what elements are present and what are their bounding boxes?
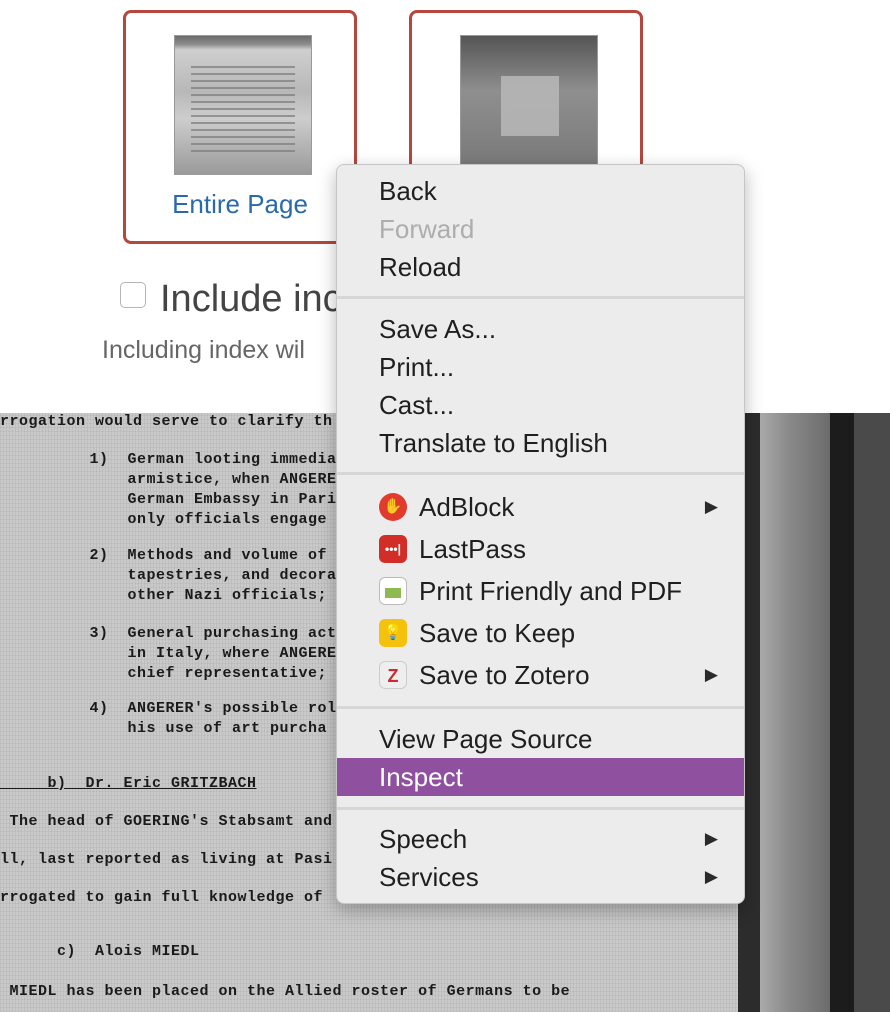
print-friendly-icon xyxy=(379,577,407,605)
doc-line: in Italy, where ANGERE xyxy=(42,645,337,662)
menu-item-label: Speech xyxy=(379,824,468,854)
menu-item-translate[interactable]: Translate to English xyxy=(337,424,744,462)
menu-item-adblock[interactable]: ✋ AdBlock ▶ xyxy=(337,488,744,526)
lastpass-icon: •••| xyxy=(379,535,407,563)
menu-item-label: LastPass xyxy=(419,534,526,564)
entire-page-label: Entire Page xyxy=(172,189,308,219)
adblock-icon: ✋ xyxy=(379,493,407,521)
doc-line: tapestries, and decora xyxy=(42,567,337,584)
selection-thumbnail xyxy=(460,35,598,175)
menu-item-print[interactable]: Print... xyxy=(337,348,744,386)
submenu-arrow-icon: ▶ xyxy=(704,867,718,886)
menu-item-save-to-zotero[interactable]: Z Save to Zotero ▶ xyxy=(337,656,744,694)
doc-line: 4) ANGERER's possible rol xyxy=(42,700,337,717)
menu-item-services[interactable]: Services ▶ xyxy=(337,858,744,896)
doc-line: German Embassy in Pari xyxy=(42,491,337,508)
context-menu: Back Forward Reload Save As... Print... … xyxy=(336,164,745,904)
doc-line: other Nazi officials; xyxy=(42,587,328,604)
submenu-arrow-icon: ▶ xyxy=(704,665,718,684)
menu-separator xyxy=(337,706,744,709)
zotero-icon: Z xyxy=(379,661,407,689)
doc-line: 2) Methods and volume of s xyxy=(42,547,347,564)
menu-item-lastpass[interactable]: •••| LastPass xyxy=(337,530,744,568)
doc-line: ll, last reported as living at Pasi xyxy=(0,851,333,868)
menu-item-cast[interactable]: Cast... xyxy=(337,386,744,424)
menu-item-back[interactable]: Back xyxy=(337,172,744,210)
menu-item-label: Save to Zotero xyxy=(419,660,590,690)
doc-line: only officials engage xyxy=(42,511,328,528)
menu-item-save-as[interactable]: Save As... xyxy=(337,310,744,348)
menu-item-view-source[interactable]: View Page Source xyxy=(337,720,744,758)
keep-icon: 💡 xyxy=(379,619,407,647)
menu-item-print-friendly[interactable]: Print Friendly and PDF xyxy=(337,572,744,610)
doc-line: MIEDL has been placed on the Allied rost… xyxy=(0,983,571,1000)
include-index-checkbox[interactable] xyxy=(120,282,146,308)
include-index-label: Include inc xyxy=(160,278,342,320)
doc-line: armistice, when ANGERE xyxy=(42,471,337,488)
doc-line: chief representative; xyxy=(42,665,328,682)
menu-item-speech[interactable]: Speech ▶ xyxy=(337,820,744,858)
menu-item-reload[interactable]: Reload xyxy=(337,248,744,286)
include-index-help-text: Including index wil xyxy=(102,336,305,364)
menu-item-label: AdBlock xyxy=(419,492,515,522)
doc-line: 3) General purchasing act xyxy=(42,625,337,642)
doc-line: his use of art purcha xyxy=(42,720,328,737)
menu-item-label: Print Friendly and PDF xyxy=(419,576,682,606)
menu-item-save-to-keep[interactable]: 💡 Save to Keep xyxy=(337,614,744,652)
entire-page-thumbnail xyxy=(174,35,312,175)
doc-line: b) Dr. Eric GRITZBACH xyxy=(0,775,257,792)
submenu-arrow-icon: ▶ xyxy=(704,829,718,848)
menu-separator xyxy=(337,472,744,475)
doc-line: The head of GOERING's Stabsamt and xyxy=(0,813,333,830)
submenu-arrow-icon: ▶ xyxy=(704,497,718,516)
menu-item-forward[interactable]: Forward xyxy=(337,210,744,248)
doc-line: c) Alois MIEDL xyxy=(0,943,200,960)
doc-line: rrogated to gain full knowledge of xyxy=(0,889,324,906)
menu-item-inspect[interactable]: Inspect xyxy=(337,758,744,796)
doc-line: 1) German looting immediat xyxy=(42,451,347,468)
doc-line: rrogation would serve to clarify th xyxy=(0,413,333,430)
menu-separator xyxy=(337,807,744,810)
entire-page-option[interactable]: Entire Page xyxy=(123,10,357,244)
menu-item-label: Services xyxy=(379,862,479,892)
menu-item-label: Save to Keep xyxy=(419,618,576,648)
menu-separator xyxy=(337,296,744,299)
